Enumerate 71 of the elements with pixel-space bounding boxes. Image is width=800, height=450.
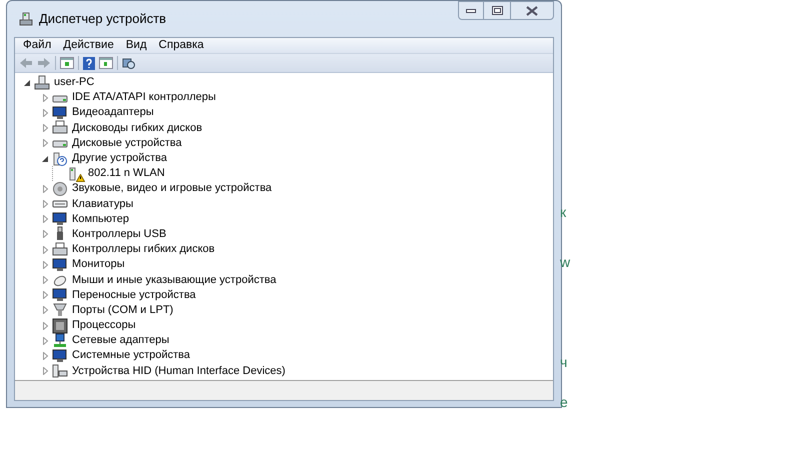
expand-arrow-icon[interactable] bbox=[42, 306, 49, 314]
collapse-arrow-icon[interactable] bbox=[24, 78, 31, 87]
collapse-arrow-icon[interactable] bbox=[42, 154, 49, 163]
window-list-icon[interactable] bbox=[60, 57, 74, 69]
expand-arrow-icon[interactable] bbox=[42, 215, 49, 224]
computer-icon bbox=[34, 74, 50, 91]
monitor-icon bbox=[52, 104, 68, 121]
expand-arrow-icon[interactable] bbox=[42, 291, 49, 300]
printer-icon bbox=[52, 120, 68, 136]
expand-arrow-icon[interactable] bbox=[42, 367, 49, 376]
tree-item[interactable]: Переносные устройства bbox=[72, 290, 196, 301]
minimize-button[interactable] bbox=[458, 1, 484, 20]
close-button[interactable] bbox=[510, 1, 554, 20]
tree-item[interactable]: Контроллеры USB bbox=[72, 228, 166, 240]
expand-arrow-icon[interactable] bbox=[42, 108, 49, 117]
expand-arrow-icon[interactable] bbox=[42, 322, 49, 330]
tree-item[interactable]: user-PC bbox=[54, 77, 94, 88]
tree-item[interactable]: Мониторы bbox=[72, 259, 125, 270]
forward-arrow-icon[interactable] bbox=[37, 57, 51, 69]
processor-icon bbox=[52, 318, 68, 334]
tree-item[interactable]: Процессоры bbox=[72, 320, 136, 332]
tree-item[interactable]: Контроллеры гибких дисков bbox=[72, 244, 215, 256]
menu-item[interactable]: Действие bbox=[58, 40, 119, 52]
expand-arrow-icon[interactable] bbox=[42, 184, 49, 193]
computer-icon bbox=[18, 11, 34, 27]
expand-arrow-icon[interactable] bbox=[42, 94, 49, 102]
tree-item[interactable]: Видеоадаптеры bbox=[72, 107, 154, 118]
close-icon bbox=[526, 6, 538, 16]
tree-item[interactable]: Порты (COM и LPT) bbox=[72, 304, 174, 316]
monitor-icon bbox=[52, 287, 68, 304]
printer-icon bbox=[52, 242, 68, 258]
tree-item[interactable]: 802.11 n WLAN bbox=[88, 168, 165, 180]
tree-item[interactable]: Мыши и иные указывающие устройства bbox=[72, 274, 276, 286]
expand-arrow-icon[interactable] bbox=[42, 260, 49, 269]
tree-item[interactable]: Компьютер bbox=[72, 214, 129, 225]
menu-item[interactable]: Справка bbox=[154, 40, 209, 52]
monitor-icon bbox=[52, 211, 68, 228]
tree-item[interactable]: Другие устройства bbox=[72, 153, 167, 164]
minimize-icon bbox=[466, 8, 476, 12]
monitor-icon bbox=[52, 256, 68, 273]
expand-arrow-icon[interactable] bbox=[42, 200, 49, 208]
expand-arrow-icon[interactable] bbox=[42, 124, 49, 132]
expand-arrow-icon[interactable] bbox=[42, 352, 49, 360]
tree-item[interactable]: Сетевые адаптеры bbox=[72, 335, 170, 346]
tree-item[interactable]: Устройства HID (Human Interface Devices) bbox=[72, 366, 286, 377]
expand-arrow-icon[interactable] bbox=[42, 276, 49, 284]
tree-item[interactable]: Клавиатуры bbox=[72, 198, 134, 210]
hid-device-icon bbox=[52, 363, 68, 380]
expand-arrow-icon[interactable] bbox=[42, 230, 49, 238]
window-title: Диспетчер устройств bbox=[39, 10, 166, 28]
tree-item[interactable]: Звуковые, видео и игровые устройства bbox=[72, 183, 272, 194]
expand-arrow-icon[interactable] bbox=[42, 246, 49, 254]
properties-icon[interactable] bbox=[99, 57, 113, 69]
expand-arrow-icon[interactable] bbox=[42, 139, 49, 148]
expand-arrow-icon[interactable] bbox=[42, 336, 49, 345]
menu-item[interactable]: Вид bbox=[120, 40, 152, 52]
speaker-icon bbox=[52, 180, 68, 197]
network-icon bbox=[52, 332, 68, 349]
port-icon bbox=[52, 302, 68, 318]
monitor-icon bbox=[52, 348, 68, 364]
tree-item[interactable]: IDE ATA/ATAPI контроллеры bbox=[72, 92, 216, 104]
maximize-icon bbox=[492, 6, 502, 15]
menu-item[interactable]: Файл bbox=[18, 40, 56, 52]
tree-item[interactable]: Системные устройства bbox=[72, 350, 190, 362]
tree-item[interactable]: Дисководы гибких дисков bbox=[72, 122, 202, 134]
tree-item[interactable]: Дисковые устройства bbox=[72, 138, 182, 149]
help-icon[interactable] bbox=[83, 56, 95, 70]
scan-hardware-icon[interactable] bbox=[122, 56, 136, 70]
maximize-button[interactable] bbox=[484, 1, 510, 20]
back-arrow-icon[interactable] bbox=[19, 57, 33, 69]
unknown-device-icon bbox=[52, 150, 68, 167]
